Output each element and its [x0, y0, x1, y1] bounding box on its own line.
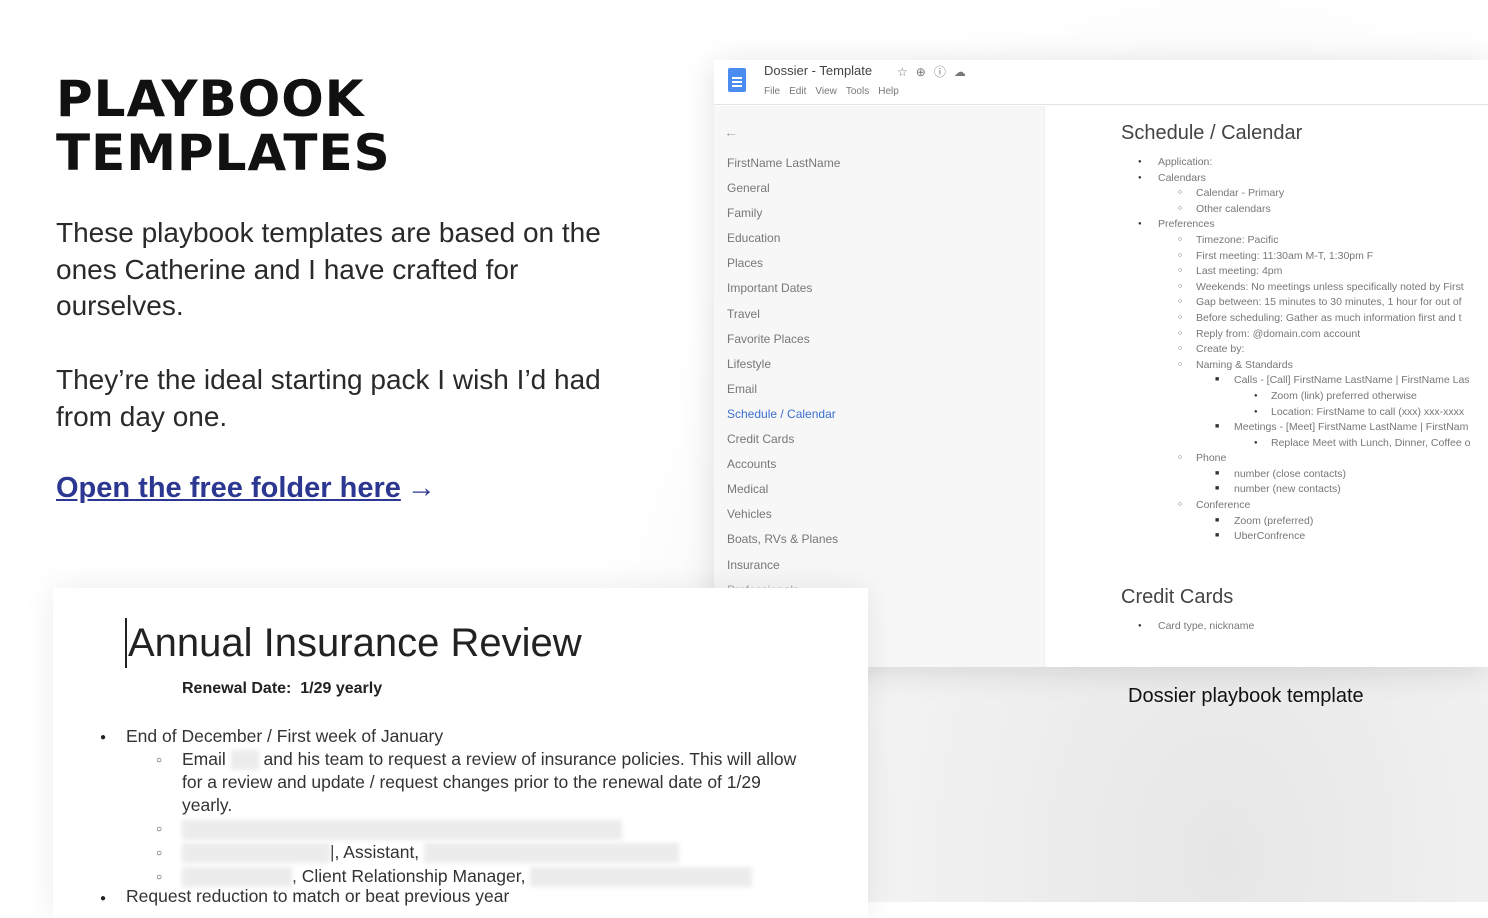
outline-item[interactable]: Travel — [727, 307, 840, 332]
list-item: Weekends: No meetings unless specificall… — [1121, 281, 1470, 297]
list-item: Location: FirstName to call (xxx) xxx-xx… — [1121, 406, 1470, 422]
back-arrow-icon[interactable]: ← — [724, 124, 738, 140]
list-item: Request reduction to match or beat previ… — [126, 886, 510, 906]
menu-tools[interactable]: Tools — [846, 86, 869, 97]
renewal-date: Renewal Date: 1/29 yearly — [182, 680, 383, 697]
cloud-icon[interactable]: ☁ — [954, 65, 974, 79]
outline-item[interactable]: Medical — [727, 482, 840, 507]
list-item: Calendars — [1121, 172, 1470, 188]
list-item: Timezone: Pacific — [1121, 234, 1470, 250]
list-item: Calendar - Primary — [1121, 187, 1470, 203]
list-item: Phone — [1121, 452, 1470, 468]
doc-title: Annual Insurance Review — [125, 618, 582, 668]
outline-item[interactable]: Email — [727, 382, 840, 407]
list-item: Zoom (preferred) — [1121, 515, 1470, 531]
list-item: Meetings - [Meet] FirstName LastName | F… — [1121, 421, 1470, 437]
document-outline: ← FirstName LastName General Family Educati… — [714, 106, 1044, 667]
wish-paragraph: They’re the ideal starting pack I wish I… — [56, 364, 601, 432]
list-item: |, Assistant, — [182, 842, 680, 864]
heading-credit-cards: Credit Cards — [1121, 586, 1234, 608]
list-item: Email and his team to request a review o… — [182, 749, 797, 771]
arrow-right-icon: → — [406, 472, 436, 504]
list-item: End of December / First week of January — [126, 726, 444, 746]
insurance-screenshot: Annual Insurance Review Renewal Date: 1/… — [53, 588, 868, 918]
menu-edit[interactable]: Edit — [789, 86, 806, 97]
outline-item[interactable]: Insurance — [727, 558, 840, 583]
list-item-cont: for a review and update / request change… — [182, 772, 761, 792]
list-item: number (close contacts) — [1121, 468, 1470, 484]
list-item: Last meeting: 4pm — [1121, 265, 1470, 281]
outline-item[interactable]: Important Dates — [727, 281, 840, 306]
redacted-text — [182, 820, 622, 841]
list-item: First meeting: 11:30am M-T, 1:30pm F — [1121, 250, 1470, 266]
info-icon[interactable]: ⓘ — [934, 65, 954, 79]
list-item: Gap between: 15 minutes to 30 minutes, 1… — [1121, 296, 1470, 312]
list-item: Replace Meet with Lunch, Dinner, Coffee … — [1121, 437, 1470, 453]
google-docs-icon — [728, 68, 746, 92]
list-item: number (new contacts) — [1121, 483, 1470, 499]
move-icon[interactable]: ⊕ — [916, 65, 934, 79]
list-item: Create by: — [1121, 343, 1470, 359]
list-item: , Client Relationship Manager, — [182, 866, 753, 888]
list-item: Calls - [Call] FirstName LastName | Firs… — [1121, 374, 1470, 390]
page-title: PLAYBOOK TEMPLATES — [56, 70, 391, 182]
intro-paragraph: These playbook templates are based on th… — [56, 217, 601, 321]
list-item: Naming & Standards — [1121, 359, 1470, 375]
outline-item[interactable]: General — [727, 181, 840, 206]
list-item-cont: yearly. — [182, 795, 233, 815]
heading-schedule: Schedule / Calendar — [1121, 122, 1303, 144]
docs-toolbar: Dossier - Template ☆⊕ⓘ☁ File Edit View Tool… — [714, 60, 1488, 105]
list-item: Reply from: @domain.com account — [1121, 328, 1470, 344]
list-item: Card type, nickname — [1121, 620, 1254, 636]
screenshot-caption: Dossier playbook template — [1128, 685, 1364, 707]
menu-help[interactable]: Help — [878, 86, 899, 97]
list-item: Before scheduling: Gather as much inform… — [1121, 312, 1470, 328]
menu-file[interactable]: File — [764, 86, 780, 97]
star-icon[interactable]: ☆ — [897, 65, 916, 79]
outline-item[interactable]: FirstName LastName — [727, 156, 840, 181]
list-item: Application: — [1121, 156, 1470, 172]
menu-bar: File Edit View Tools Help — [764, 86, 908, 97]
outline-item[interactable]: Places — [727, 256, 840, 281]
outline-item[interactable]: Family — [727, 206, 840, 231]
list-item: UberConfrence — [1121, 530, 1470, 546]
doc-title[interactable]: Dossier - Template — [764, 63, 872, 78]
outline-item[interactable]: Favorite Places — [727, 332, 840, 357]
outline-item[interactable]: Vehicles — [727, 507, 840, 532]
list-item: Zoom (link) preferred otherwise — [1121, 390, 1470, 406]
list-item: Other calendars — [1121, 203, 1470, 219]
outline-item[interactable]: Accounts — [727, 457, 840, 482]
outline-item[interactable]: Credit Cards — [727, 432, 840, 457]
list-item: Preferences — [1121, 218, 1470, 234]
outline-item[interactable]: Schedule / Calendar — [727, 407, 840, 432]
dossier-screenshot: Dossier - Template ☆⊕ⓘ☁ File Edit View Tool… — [714, 60, 1488, 667]
outline-item[interactable]: Lifestyle — [727, 357, 840, 382]
doc-body: Schedule / Calendar Application:Calendar… — [1044, 106, 1488, 667]
list-item: Conference — [1121, 499, 1470, 515]
outline-item[interactable]: Education — [727, 231, 840, 256]
open-folder-link[interactable]: Open the free folder here → — [56, 472, 436, 505]
menu-view[interactable]: View — [815, 86, 837, 97]
outline-item[interactable]: Boats, RVs & Planes — [727, 532, 840, 557]
